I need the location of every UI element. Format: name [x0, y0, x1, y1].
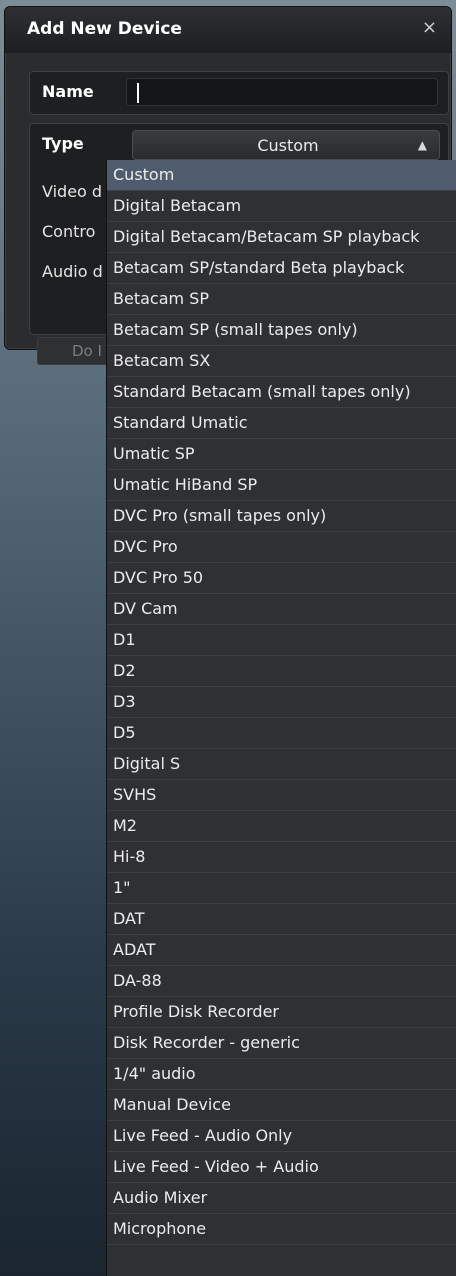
video-device-label: Video d	[42, 182, 103, 201]
dropdown-option[interactable]: Hi-8	[107, 842, 456, 873]
name-label: Name	[42, 82, 94, 101]
dropdown-option[interactable]: Standard Umatic	[107, 408, 456, 439]
dropdown-option[interactable]: Standard Betacam (small tapes only)	[107, 377, 456, 408]
dropdown-option[interactable]: Betacam SP/standard Beta playback	[107, 253, 456, 284]
dropdown-option[interactable]: M2	[107, 811, 456, 842]
close-icon[interactable]: ×	[422, 17, 437, 38]
type-select[interactable]: Custom ▲	[132, 130, 440, 160]
dropdown-option[interactable]: Umatic SP	[107, 439, 456, 470]
dropdown-option[interactable]: Live Feed - Audio Only	[107, 1121, 456, 1152]
dropdown-option[interactable]: Digital Betacam	[107, 191, 456, 222]
dropdown-option[interactable]: DVC Pro	[107, 532, 456, 563]
dropdown-option[interactable]: DA-88	[107, 966, 456, 997]
name-row: Name	[29, 71, 449, 115]
control-label: Contro	[42, 222, 96, 241]
dropdown-option[interactable]: D2	[107, 656, 456, 687]
dropdown-option[interactable]: ADAT	[107, 935, 456, 966]
dropdown-option[interactable]: Profile Disk Recorder	[107, 997, 456, 1028]
type-selected-value: Custom	[257, 136, 319, 155]
dropdown-option[interactable]: Live Feed - Video + Audio	[107, 1152, 456, 1183]
dropdown-option[interactable]: Betacam SX	[107, 346, 456, 377]
dropdown-option[interactable]: Microphone	[107, 1214, 456, 1245]
dropdown-arrow-icon: ▲	[417, 138, 427, 152]
dropdown-option[interactable]: Audio Mixer	[107, 1183, 456, 1214]
dropdown-option[interactable]: D3	[107, 687, 456, 718]
do-button-label: Do I	[72, 342, 102, 360]
dropdown-option[interactable]: Betacam SP (small tapes only)	[107, 315, 456, 346]
dropdown-option[interactable]: Digital S	[107, 749, 456, 780]
dropdown-option[interactable]: Custom	[107, 160, 456, 191]
audio-device-label: Audio d	[42, 262, 103, 281]
dropdown-option[interactable]: 1/4" audio	[107, 1059, 456, 1090]
text-caret	[137, 83, 139, 103]
dropdown-option[interactable]: DV Cam	[107, 594, 456, 625]
dropdown-option[interactable]: 1"	[107, 873, 456, 904]
dropdown-option[interactable]: Manual Device	[107, 1090, 456, 1121]
dropdown-option[interactable]: D1	[107, 625, 456, 656]
type-dropdown-list: Custom Digital Betacam Digital Betacam/Bet…	[106, 160, 456, 1276]
dropdown-option[interactable]: Betacam SP	[107, 284, 456, 315]
dropdown-option[interactable]: D5	[107, 718, 456, 749]
type-label: Type	[42, 134, 84, 153]
dialog-title: Add New Device	[27, 19, 182, 39]
dropdown-option[interactable]: SVHS	[107, 780, 456, 811]
name-input[interactable]	[126, 78, 438, 106]
dropdown-option[interactable]: Umatic HiBand SP	[107, 470, 456, 501]
dropdown-option[interactable]: DVC Pro 50	[107, 563, 456, 594]
dialog-titlebar: Add New Device ×	[5, 7, 451, 53]
dropdown-option[interactable]: DAT	[107, 904, 456, 935]
dropdown-option[interactable]: Digital Betacam/Betacam SP playback	[107, 222, 456, 253]
dropdown-option[interactable]: DVC Pro (small tapes only)	[107, 501, 456, 532]
dropdown-option[interactable]: Disk Recorder - generic	[107, 1028, 456, 1059]
